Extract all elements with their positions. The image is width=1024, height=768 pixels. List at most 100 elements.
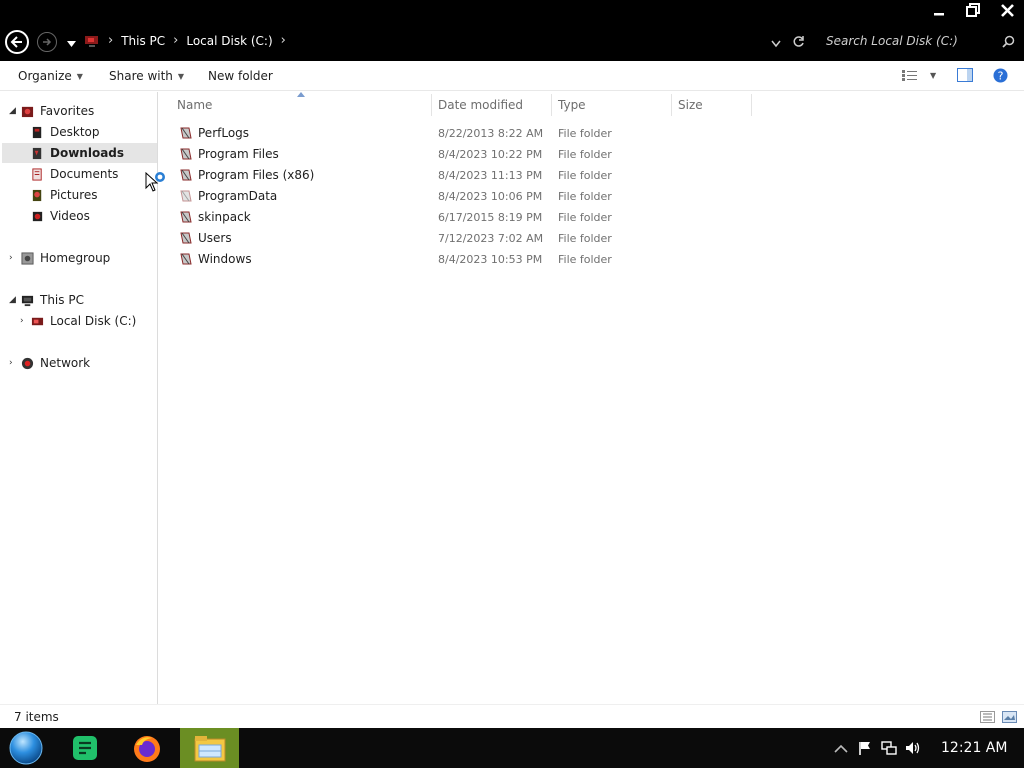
volume-icon <box>906 742 920 754</box>
share-with-label: Share with <box>109 69 173 83</box>
restore-button[interactable] <box>956 0 990 20</box>
nav-videos[interactable]: Videos <box>31 206 90 226</box>
folder-icon <box>180 232 192 244</box>
file-row[interactable]: Program Files (x86) 8/4/2023 11:13 PM Fi… <box>173 165 913 186</box>
action-center-flag-icon <box>859 741 870 755</box>
collapse-favorites-icon[interactable]: ◢ <box>9 106 16 116</box>
nav-documents-label: Documents <box>50 167 119 181</box>
folder-icon <box>180 190 192 202</box>
close-button[interactable] <box>990 0 1024 20</box>
column-divider[interactable] <box>431 94 432 116</box>
column-header-date-modified[interactable]: Date modified <box>438 98 523 112</box>
nav-pictures[interactable]: Pictures <box>31 185 98 205</box>
column-header-size[interactable]: Size <box>678 98 703 112</box>
file-date: 8/22/2013 8:22 AM <box>438 127 544 140</box>
large-icons-view-toggle[interactable] <box>1002 711 1017 726</box>
expand-network-icon[interactable]: › <box>9 358 13 368</box>
file-row[interactable]: Program Files 8/4/2023 10:22 PM File fol… <box>173 144 913 165</box>
address-row: › This PC › Local Disk (C:) › Search Loc… <box>0 30 1024 54</box>
favorites-star-icon <box>21 106 34 117</box>
taskbar-notes-app[interactable] <box>62 728 108 768</box>
breadcrumb-separator[interactable]: › <box>281 33 286 48</box>
share-with-button[interactable]: Share with ▼ <box>109 69 184 83</box>
item-count: 7 items <box>14 710 59 724</box>
help-button[interactable]: ? <box>993 68 1008 83</box>
title-bar: › This PC › Local Disk (C:) › Search Loc… <box>0 0 1024 61</box>
volume-button[interactable] <box>904 728 922 768</box>
minimize-button[interactable] <box>922 0 956 20</box>
start-orb-icon <box>9 731 43 765</box>
expand-local-disk-icon[interactable]: › <box>20 316 24 326</box>
file-type: File folder <box>558 232 612 245</box>
taskbar-clock[interactable]: 12:21 AM <box>941 740 1007 756</box>
taskbar-file-explorer[interactable] <box>180 728 239 768</box>
computer-icon <box>85 35 98 47</box>
breadcrumb-separator: › <box>108 33 114 48</box>
chevron-down-icon <box>771 40 781 48</box>
new-folder-button[interactable]: New folder <box>208 69 273 83</box>
file-date: 8/4/2023 10:06 PM <box>438 190 543 203</box>
nav-downloads[interactable]: Downloads <box>2 143 157 163</box>
file-name: Windows <box>198 252 252 266</box>
change-view-button[interactable]: ▼ <box>902 70 936 81</box>
details-view-icon <box>980 711 995 723</box>
nav-local-disk[interactable]: Local Disk (C:) <box>31 311 136 331</box>
action-center-button[interactable] <box>856 728 874 768</box>
preview-pane-button[interactable] <box>957 68 973 82</box>
file-row[interactable]: Windows 8/4/2023 10:53 PM File folder <box>173 249 913 270</box>
column-divider[interactable] <box>551 94 552 116</box>
svg-text:?: ? <box>998 70 1004 83</box>
search-button[interactable] <box>1002 35 1015 51</box>
collapse-this-pc-icon[interactable]: ◢ <box>9 295 16 305</box>
expand-homegroup-icon[interactable]: › <box>9 253 13 263</box>
refresh-button[interactable] <box>792 35 805 51</box>
back-arrow-icon <box>10 36 22 48</box>
nav-favorites[interactable]: Favorites <box>21 101 94 121</box>
folder-icon <box>180 148 192 160</box>
network-tray-button[interactable] <box>880 728 898 768</box>
nav-this-pc-label: This PC <box>40 293 84 307</box>
file-type: File folder <box>558 169 612 182</box>
nav-network[interactable]: Network <box>21 353 90 373</box>
forward-arrow-icon <box>43 38 52 46</box>
file-row[interactable]: Users 7/12/2023 7:02 AM File folder <box>173 228 913 249</box>
file-explorer-icon <box>194 736 225 762</box>
chevron-down-icon <box>67 41 76 47</box>
breadcrumb-local-disk[interactable]: Local Disk (C:) <box>186 34 272 48</box>
file-type: File folder <box>558 211 612 224</box>
column-divider[interactable] <box>751 94 752 116</box>
address-dropdown-button[interactable] <box>771 37 781 51</box>
nav-pictures-label: Pictures <box>50 188 98 202</box>
taskbar: 12:21 AM <box>0 728 1024 768</box>
breadcrumb-this-pc[interactable]: This PC <box>121 34 165 48</box>
start-button[interactable] <box>4 728 48 768</box>
nav-desktop[interactable]: Desktop <box>31 122 100 142</box>
status-bar: 7 items <box>0 704 1024 728</box>
search-input[interactable]: Search Local Disk (C:) <box>826 34 958 48</box>
file-row[interactable]: ProgramData 8/4/2023 10:06 PM File folde… <box>173 186 913 207</box>
organize-button[interactable]: Organize ▼ <box>18 69 83 83</box>
file-row[interactable]: skinpack 6/17/2015 8:19 PM File folder <box>173 207 913 228</box>
desktop-icon <box>32 126 42 138</box>
taskbar-firefox[interactable] <box>124 728 170 768</box>
nav-documents[interactable]: Documents <box>31 164 118 184</box>
restore-icon <box>966 3 980 17</box>
file-row[interactable]: PerfLogs 8/22/2013 8:22 AM File folder <box>173 123 913 144</box>
homegroup-icon <box>21 251 34 265</box>
recent-locations-button[interactable] <box>67 37 76 51</box>
file-type: File folder <box>558 148 612 161</box>
back-button[interactable] <box>5 30 29 54</box>
nav-videos-label: Videos <box>50 209 90 223</box>
column-divider[interactable] <box>671 94 672 116</box>
forward-button[interactable] <box>37 32 57 52</box>
file-date: 8/4/2023 11:13 PM <box>438 169 543 182</box>
nav-homegroup[interactable]: Homegroup <box>21 248 110 268</box>
column-header-name[interactable]: Name <box>177 98 212 112</box>
nav-this-pc[interactable]: This PC <box>21 290 84 310</box>
file-name: Program Files <box>198 147 279 161</box>
column-header-type[interactable]: Type <box>558 98 586 112</box>
details-view-toggle[interactable] <box>980 711 995 726</box>
documents-icon <box>32 167 42 181</box>
show-hidden-icons-button[interactable] <box>832 728 850 768</box>
preview-pane-icon <box>957 68 973 82</box>
